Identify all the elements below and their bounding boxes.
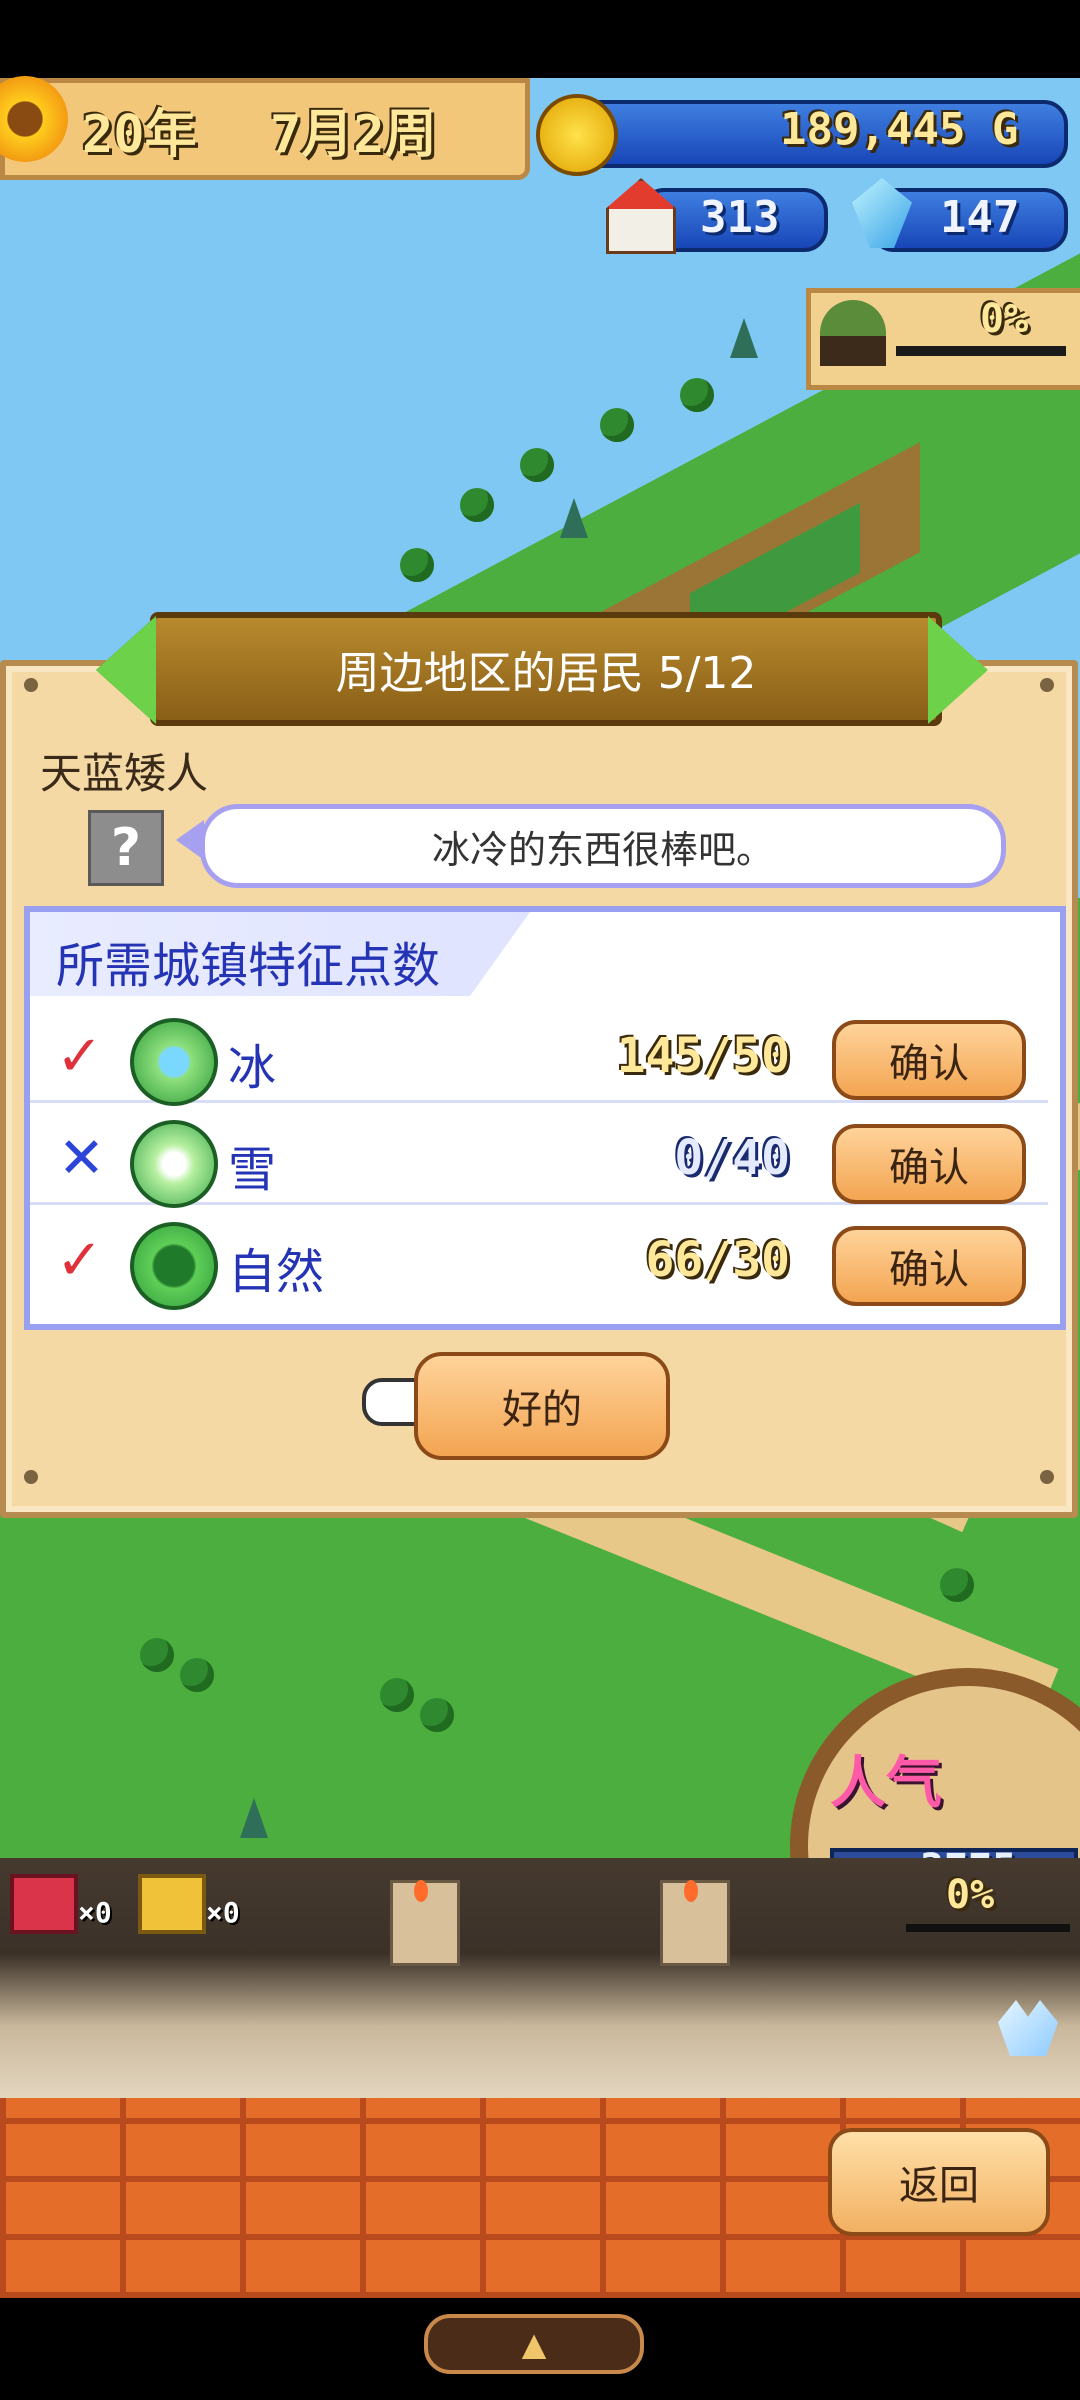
gold-coin-icon <box>536 94 618 176</box>
pine-tree <box>240 1798 268 1838</box>
speech-bubble: 冰冷的东西很棒吧。 <box>200 804 1006 888</box>
gold-chest-icon <box>138 1874 206 1934</box>
tree <box>140 1638 174 1672</box>
red-chest-count: ×0 <box>78 1896 112 1929</box>
tree <box>520 448 554 482</box>
gold-chest-count: ×0 <box>206 1896 240 1929</box>
ice-trait-icon <box>130 1018 218 1106</box>
dialog-title: 周边地区的居民 5/12 <box>335 648 757 699</box>
nature-trait-icon <box>130 1222 218 1310</box>
houses-count: 313 <box>700 192 780 243</box>
rivet <box>24 1470 38 1484</box>
date-panel <box>0 78 530 180</box>
resident-avatar-unknown: ? <box>88 810 164 886</box>
popularity-label: 人气 <box>830 1751 942 1816</box>
requirement-label: 冰 <box>228 1040 277 1096</box>
requirement-label: 雪 <box>228 1142 277 1198</box>
tree <box>400 548 434 582</box>
back-button[interactable]: 返回 <box>828 2128 1050 2236</box>
requirement-label: 自然 <box>228 1244 325 1300</box>
cave-progress: 0% <box>980 296 1029 342</box>
tree <box>680 378 714 412</box>
pine-tree <box>730 318 758 358</box>
requirement-count: 145/50 <box>616 1028 790 1084</box>
dungeon-progress: 0% <box>946 1872 995 1918</box>
red-chest-icon <box>10 1874 78 1934</box>
year-text: 20年 <box>82 105 197 165</box>
snow-trait-icon <box>130 1120 218 1208</box>
week-text: 7月2周 <box>270 105 437 165</box>
confirm-button-snow[interactable]: 确认 <box>832 1124 1026 1204</box>
expand-menu-button[interactable]: ▲ <box>424 2314 644 2374</box>
requirement-count: 0/40 <box>674 1130 790 1186</box>
cave-progress-bar <box>896 346 1066 356</box>
crystals-count: 147 <box>940 192 1020 243</box>
next-arrow-button[interactable] <box>928 616 988 724</box>
tree <box>460 488 494 522</box>
popularity-value: 3775 <box>920 1846 1016 1858</box>
requirements-header: 所需城镇特征点数 <box>56 938 441 994</box>
prev-arrow-button[interactable] <box>96 616 156 724</box>
speech-bubble-tail <box>176 820 204 860</box>
dungeon-progress-bar <box>906 1924 1070 1932</box>
check-icon: ✓ <box>56 1228 103 1293</box>
tree <box>600 408 634 442</box>
tree <box>380 1678 414 1712</box>
confirm-button-ice[interactable]: 确认 <box>832 1020 1026 1100</box>
resident-name: 天蓝矮人 <box>40 749 209 798</box>
cave-icon <box>820 300 886 366</box>
tree <box>420 1698 454 1732</box>
gold-amount: 189,445 G <box>780 104 1019 155</box>
rivet <box>24 678 38 692</box>
tree <box>180 1658 214 1692</box>
torch-flame-icon <box>414 1880 428 1902</box>
confirm-button-nature[interactable]: 确认 <box>832 1226 1026 1306</box>
torch-flame-icon <box>684 1880 698 1902</box>
status-bar <box>0 0 1080 78</box>
rivet <box>1040 1470 1054 1484</box>
requirement-count: 66/30 <box>645 1232 791 1288</box>
check-icon: ✓ <box>56 1024 103 1089</box>
ok-button[interactable]: 好的 <box>414 1352 670 1460</box>
tree <box>940 1568 974 1602</box>
rivet <box>1040 678 1054 692</box>
pine-tree <box>560 498 588 538</box>
cross-icon: ✕ <box>58 1126 105 1191</box>
